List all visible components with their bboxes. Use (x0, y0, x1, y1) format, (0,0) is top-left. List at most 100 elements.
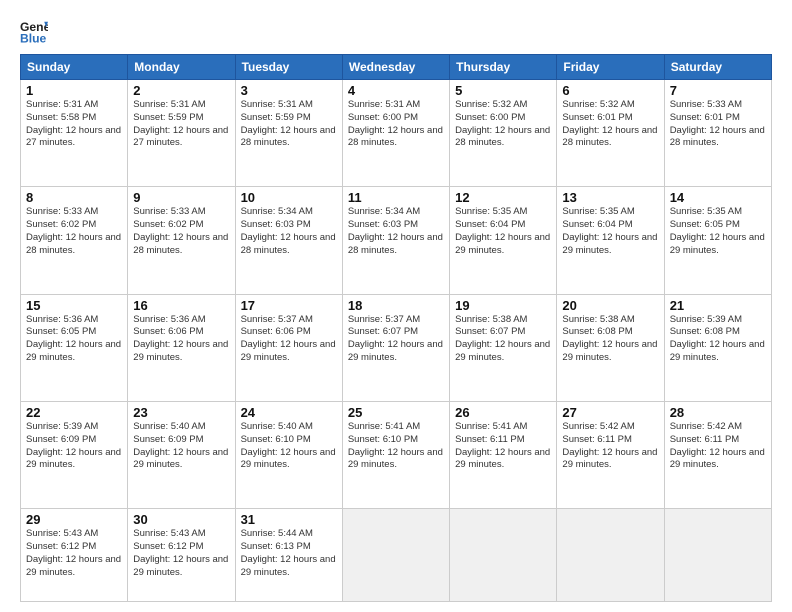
calendar-cell (557, 509, 664, 602)
day-number: 3 (241, 83, 337, 98)
calendar-cell: 5 Sunrise: 5:32 AM Sunset: 6:00 PM Dayli… (450, 80, 557, 187)
day-number: 11 (348, 190, 444, 205)
day-info: Sunrise: 5:43 AM Sunset: 6:12 PM Dayligh… (26, 528, 122, 579)
calendar-cell (450, 509, 557, 602)
calendar-cell: 10 Sunrise: 5:34 AM Sunset: 6:03 PM Dayl… (235, 187, 342, 294)
calendar-cell: 31 Sunrise: 5:44 AM Sunset: 6:13 PM Dayl… (235, 509, 342, 602)
day-info: Sunrise: 5:37 AM Sunset: 6:06 PM Dayligh… (241, 314, 337, 365)
calendar-cell: 28 Sunrise: 5:42 AM Sunset: 6:11 PM Dayl… (664, 401, 771, 508)
calendar-cell: 1 Sunrise: 5:31 AM Sunset: 5:58 PM Dayli… (21, 80, 128, 187)
col-header-sunday: Sunday (21, 55, 128, 80)
day-number: 16 (133, 298, 229, 313)
day-number: 19 (455, 298, 551, 313)
day-info: Sunrise: 5:37 AM Sunset: 6:07 PM Dayligh… (348, 314, 444, 365)
day-info: Sunrise: 5:33 AM Sunset: 6:01 PM Dayligh… (670, 99, 766, 150)
day-number: 23 (133, 405, 229, 420)
day-info: Sunrise: 5:33 AM Sunset: 6:02 PM Dayligh… (26, 206, 122, 257)
day-info: Sunrise: 5:41 AM Sunset: 6:10 PM Dayligh… (348, 421, 444, 472)
day-info: Sunrise: 5:40 AM Sunset: 6:09 PM Dayligh… (133, 421, 229, 472)
calendar-table: SundayMondayTuesdayWednesdayThursdayFrid… (20, 54, 772, 602)
day-info: Sunrise: 5:36 AM Sunset: 6:05 PM Dayligh… (26, 314, 122, 365)
day-info: Sunrise: 5:33 AM Sunset: 6:02 PM Dayligh… (133, 206, 229, 257)
calendar-body: 1 Sunrise: 5:31 AM Sunset: 5:58 PM Dayli… (21, 80, 772, 602)
day-number: 15 (26, 298, 122, 313)
calendar-cell: 23 Sunrise: 5:40 AM Sunset: 6:09 PM Dayl… (128, 401, 235, 508)
day-info: Sunrise: 5:39 AM Sunset: 6:08 PM Dayligh… (670, 314, 766, 365)
day-info: Sunrise: 5:32 AM Sunset: 6:00 PM Dayligh… (455, 99, 551, 150)
day-number: 17 (241, 298, 337, 313)
col-header-wednesday: Wednesday (342, 55, 449, 80)
day-info: Sunrise: 5:31 AM Sunset: 5:59 PM Dayligh… (241, 99, 337, 150)
calendar-cell: 26 Sunrise: 5:41 AM Sunset: 6:11 PM Dayl… (450, 401, 557, 508)
day-info: Sunrise: 5:34 AM Sunset: 6:03 PM Dayligh… (241, 206, 337, 257)
calendar-cell: 20 Sunrise: 5:38 AM Sunset: 6:08 PM Dayl… (557, 294, 664, 401)
day-info: Sunrise: 5:31 AM Sunset: 5:58 PM Dayligh… (26, 99, 122, 150)
col-header-monday: Monday (128, 55, 235, 80)
calendar-cell: 21 Sunrise: 5:39 AM Sunset: 6:08 PM Dayl… (664, 294, 771, 401)
calendar-week-row: 8 Sunrise: 5:33 AM Sunset: 6:02 PM Dayli… (21, 187, 772, 294)
calendar-cell: 17 Sunrise: 5:37 AM Sunset: 6:06 PM Dayl… (235, 294, 342, 401)
calendar-cell: 15 Sunrise: 5:36 AM Sunset: 6:05 PM Dayl… (21, 294, 128, 401)
day-info: Sunrise: 5:35 AM Sunset: 6:04 PM Dayligh… (562, 206, 658, 257)
calendar-cell: 8 Sunrise: 5:33 AM Sunset: 6:02 PM Dayli… (21, 187, 128, 294)
day-number: 31 (241, 512, 337, 527)
day-number: 10 (241, 190, 337, 205)
calendar-cell: 13 Sunrise: 5:35 AM Sunset: 6:04 PM Dayl… (557, 187, 664, 294)
day-number: 1 (26, 83, 122, 98)
day-number: 28 (670, 405, 766, 420)
calendar-cell: 25 Sunrise: 5:41 AM Sunset: 6:10 PM Dayl… (342, 401, 449, 508)
day-info: Sunrise: 5:42 AM Sunset: 6:11 PM Dayligh… (670, 421, 766, 472)
day-info: Sunrise: 5:34 AM Sunset: 6:03 PM Dayligh… (348, 206, 444, 257)
calendar-cell: 16 Sunrise: 5:36 AM Sunset: 6:06 PM Dayl… (128, 294, 235, 401)
calendar-cell (664, 509, 771, 602)
col-header-thursday: Thursday (450, 55, 557, 80)
day-number: 26 (455, 405, 551, 420)
calendar-cell: 11 Sunrise: 5:34 AM Sunset: 6:03 PM Dayl… (342, 187, 449, 294)
day-info: Sunrise: 5:35 AM Sunset: 6:04 PM Dayligh… (455, 206, 551, 257)
day-info: Sunrise: 5:44 AM Sunset: 6:13 PM Dayligh… (241, 528, 337, 579)
day-info: Sunrise: 5:43 AM Sunset: 6:12 PM Dayligh… (133, 528, 229, 579)
day-number: 30 (133, 512, 229, 527)
day-number: 27 (562, 405, 658, 420)
calendar-cell (342, 509, 449, 602)
day-number: 20 (562, 298, 658, 313)
calendar-cell: 12 Sunrise: 5:35 AM Sunset: 6:04 PM Dayl… (450, 187, 557, 294)
day-number: 12 (455, 190, 551, 205)
calendar-header-row: SundayMondayTuesdayWednesdayThursdayFrid… (21, 55, 772, 80)
calendar-cell: 3 Sunrise: 5:31 AM Sunset: 5:59 PM Dayli… (235, 80, 342, 187)
day-info: Sunrise: 5:38 AM Sunset: 6:08 PM Dayligh… (562, 314, 658, 365)
calendar-page: General Blue SundayMondayTuesdayWednesda… (0, 0, 792, 612)
calendar-cell: 18 Sunrise: 5:37 AM Sunset: 6:07 PM Dayl… (342, 294, 449, 401)
calendar-week-row: 15 Sunrise: 5:36 AM Sunset: 6:05 PM Dayl… (21, 294, 772, 401)
day-number: 5 (455, 83, 551, 98)
calendar-cell: 7 Sunrise: 5:33 AM Sunset: 6:01 PM Dayli… (664, 80, 771, 187)
calendar-cell: 4 Sunrise: 5:31 AM Sunset: 6:00 PM Dayli… (342, 80, 449, 187)
calendar-week-row: 1 Sunrise: 5:31 AM Sunset: 5:58 PM Dayli… (21, 80, 772, 187)
day-number: 29 (26, 512, 122, 527)
logo-icon: General Blue (20, 18, 48, 46)
day-number: 18 (348, 298, 444, 313)
calendar-cell: 9 Sunrise: 5:33 AM Sunset: 6:02 PM Dayli… (128, 187, 235, 294)
col-header-tuesday: Tuesday (235, 55, 342, 80)
day-number: 24 (241, 405, 337, 420)
day-number: 22 (26, 405, 122, 420)
calendar-cell: 29 Sunrise: 5:43 AM Sunset: 6:12 PM Dayl… (21, 509, 128, 602)
header: General Blue (20, 18, 772, 46)
day-number: 6 (562, 83, 658, 98)
calendar-cell: 30 Sunrise: 5:43 AM Sunset: 6:12 PM Dayl… (128, 509, 235, 602)
logo: General Blue (20, 18, 48, 46)
day-info: Sunrise: 5:40 AM Sunset: 6:10 PM Dayligh… (241, 421, 337, 472)
day-info: Sunrise: 5:41 AM Sunset: 6:11 PM Dayligh… (455, 421, 551, 472)
svg-text:Blue: Blue (20, 31, 47, 45)
day-info: Sunrise: 5:42 AM Sunset: 6:11 PM Dayligh… (562, 421, 658, 472)
day-info: Sunrise: 5:38 AM Sunset: 6:07 PM Dayligh… (455, 314, 551, 365)
calendar-week-row: 22 Sunrise: 5:39 AM Sunset: 6:09 PM Dayl… (21, 401, 772, 508)
day-info: Sunrise: 5:32 AM Sunset: 6:01 PM Dayligh… (562, 99, 658, 150)
day-number: 8 (26, 190, 122, 205)
calendar-cell: 14 Sunrise: 5:35 AM Sunset: 6:05 PM Dayl… (664, 187, 771, 294)
day-number: 14 (670, 190, 766, 205)
day-info: Sunrise: 5:39 AM Sunset: 6:09 PM Dayligh… (26, 421, 122, 472)
day-info: Sunrise: 5:36 AM Sunset: 6:06 PM Dayligh… (133, 314, 229, 365)
calendar-cell: 2 Sunrise: 5:31 AM Sunset: 5:59 PM Dayli… (128, 80, 235, 187)
day-info: Sunrise: 5:31 AM Sunset: 5:59 PM Dayligh… (133, 99, 229, 150)
